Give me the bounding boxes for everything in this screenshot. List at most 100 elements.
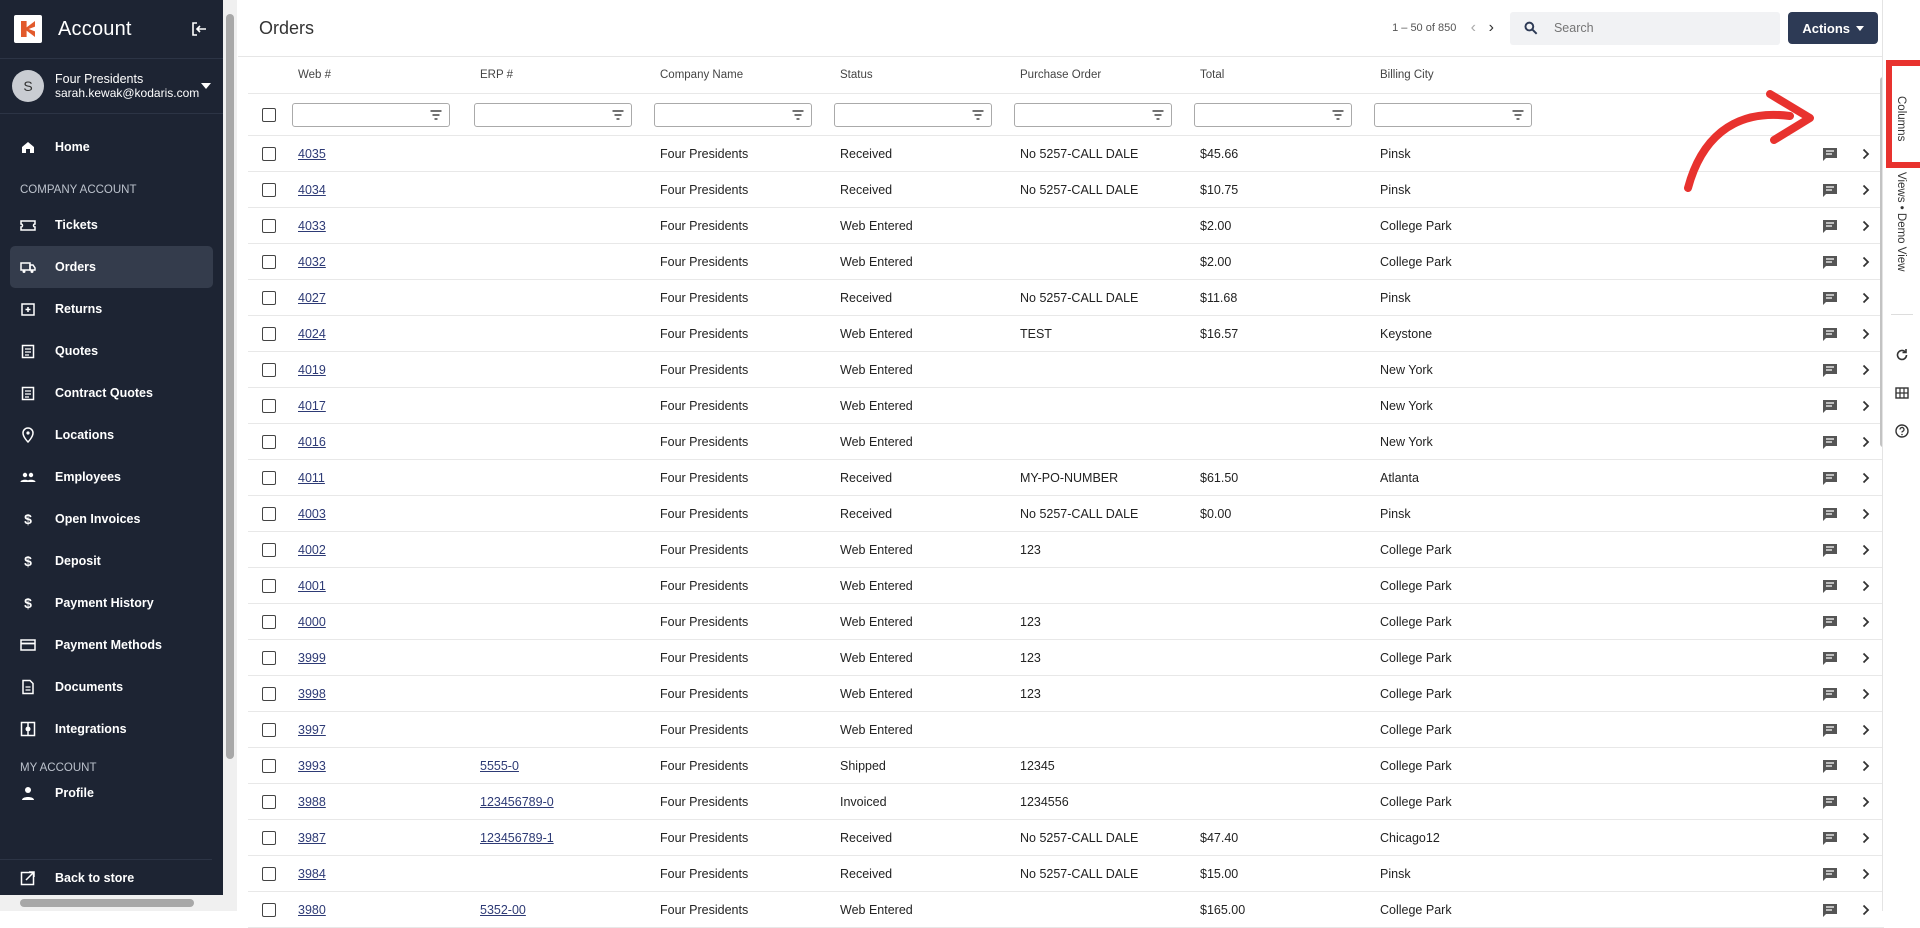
sidebar-item-payment-history[interactable]: $ Payment History	[10, 582, 213, 624]
web-number-link[interactable]: 3987	[298, 831, 326, 845]
sidebar-item-open-invoices[interactable]: $ Open Invoices	[10, 498, 213, 540]
row-checkbox[interactable]	[262, 506, 276, 521]
comment-icon[interactable]	[1822, 496, 1838, 531]
row-checkbox[interactable]	[262, 686, 276, 701]
sidebar-item-employees[interactable]: Employees	[10, 456, 213, 498]
chevron-right-icon[interactable]	[1862, 496, 1870, 531]
logout-icon[interactable]	[189, 19, 209, 39]
comment-icon[interactable]	[1822, 316, 1838, 351]
row-checkbox[interactable]	[262, 398, 276, 413]
table-row[interactable]: 4000 Four Presidents Web Entered 123 College…	[248, 604, 1884, 640]
column-filter-input[interactable]	[1014, 102, 1172, 127]
table-row[interactable]: 4016 Four Presidents Web Entered New York	[248, 424, 1884, 460]
web-number-link[interactable]: 3984	[298, 867, 326, 881]
chevron-left-icon[interactable]: ‹	[1464, 19, 1482, 37]
comment-icon[interactable]	[1822, 856, 1838, 891]
row-checkbox[interactable]	[262, 578, 276, 593]
chevron-right-icon[interactable]	[1862, 424, 1870, 459]
row-checkbox[interactable]	[262, 362, 276, 377]
column-header[interactable]: Web #	[298, 57, 331, 93]
chevron-right-icon[interactable]	[1862, 640, 1870, 675]
sidebar-item-profile[interactable]: Profile	[10, 778, 213, 808]
column-filter-input[interactable]	[654, 102, 812, 127]
table-row[interactable]: 3980 5352-00 Four Presidents Web Entered $16…	[248, 892, 1884, 928]
column-filter-input[interactable]	[474, 102, 632, 127]
refresh-icon[interactable]	[1895, 348, 1909, 362]
table-row[interactable]: 4033 Four Presidents Web Entered $2.00 Colle…	[248, 208, 1884, 244]
comment-icon[interactable]	[1822, 820, 1838, 855]
help-icon[interactable]	[1895, 424, 1909, 438]
column-filter-input[interactable]	[292, 102, 450, 127]
chevron-right-icon[interactable]	[1862, 748, 1870, 783]
chevron-right-icon[interactable]	[1862, 856, 1870, 891]
table-row[interactable]: 4019 Four Presidents Web Entered New York	[248, 352, 1884, 388]
column-header[interactable]: Company Name	[660, 57, 743, 93]
comment-icon[interactable]	[1822, 208, 1838, 243]
comment-icon[interactable]	[1822, 676, 1838, 711]
column-filter-input[interactable]	[834, 102, 992, 127]
row-checkbox[interactable]	[262, 146, 276, 161]
erp-number-link[interactable]: 5352-00	[480, 903, 526, 917]
comment-icon[interactable]	[1822, 244, 1838, 279]
row-checkbox[interactable]	[262, 326, 276, 341]
actions-button[interactable]: Actions	[1788, 12, 1878, 44]
column-header[interactable]: ERP #	[480, 57, 513, 93]
row-checkbox[interactable]	[262, 218, 276, 233]
web-number-link[interactable]: 4035	[298, 147, 326, 161]
table-row[interactable]: 4027 Four Presidents Received No 5257-CALL …	[248, 280, 1884, 316]
web-number-link[interactable]: 3988	[298, 795, 326, 809]
comment-icon[interactable]	[1822, 640, 1838, 675]
chevron-right-icon[interactable]	[1862, 532, 1870, 567]
column-header[interactable]: Status	[840, 57, 873, 93]
chevron-right-icon[interactable]	[1862, 676, 1870, 711]
comment-icon[interactable]	[1822, 388, 1838, 423]
chevron-right-icon[interactable]	[1862, 136, 1870, 171]
chevron-right-icon[interactable]	[1862, 784, 1870, 819]
web-number-link[interactable]: 4000	[298, 615, 326, 629]
sidebar-item-deposit[interactable]: $ Deposit	[10, 540, 213, 582]
chevron-right-icon[interactable]	[1862, 568, 1870, 603]
table-row[interactable]: 4032 Four Presidents Web Entered $2.00 Colle…	[248, 244, 1884, 280]
table-row[interactable]: 4011 Four Presidents Received MY-PO-NUMBER $…	[248, 460, 1884, 496]
web-number-link[interactable]: 3997	[298, 723, 326, 737]
row-checkbox[interactable]	[262, 794, 276, 809]
search-input[interactable]	[1551, 20, 1767, 36]
comment-icon[interactable]	[1822, 748, 1838, 783]
search-box[interactable]	[1510, 11, 1781, 45]
chevron-right-icon[interactable]	[1862, 604, 1870, 639]
sidebar-item-home[interactable]: Home	[10, 126, 213, 168]
chevron-right-icon[interactable]	[1862, 712, 1870, 747]
table-row[interactable]: 3999 Four Presidents Web Entered 123 College…	[248, 640, 1884, 676]
comment-icon[interactable]	[1822, 424, 1838, 459]
comment-icon[interactable]	[1822, 532, 1838, 567]
web-number-link[interactable]: 4027	[298, 291, 326, 305]
comment-icon[interactable]	[1822, 352, 1838, 387]
comment-icon[interactable]	[1822, 460, 1838, 495]
sidebar-item-integrations[interactable]: Integrations	[10, 708, 213, 750]
row-checkbox[interactable]	[262, 758, 276, 773]
chevron-right-icon[interactable]	[1862, 820, 1870, 855]
comment-icon[interactable]	[1822, 568, 1838, 603]
row-checkbox[interactable]	[262, 830, 276, 845]
table-row[interactable]: 3993 5555-0 Four Presidents Shipped 12345 Col…	[248, 748, 1884, 784]
chevron-right-icon[interactable]	[1862, 280, 1870, 315]
chevron-right-icon[interactable]: ›	[1482, 19, 1500, 37]
table-row[interactable]: 4017 Four Presidents Web Entered New York	[248, 388, 1884, 424]
web-number-link[interactable]: 3980	[298, 903, 326, 917]
select-all-checkbox[interactable]	[262, 107, 276, 122]
table-row[interactable]: 4001 Four Presidents Web Entered College Pa…	[248, 568, 1884, 604]
chevron-down-icon[interactable]	[201, 83, 211, 89]
row-checkbox[interactable]	[262, 254, 276, 269]
web-number-link[interactable]: 3993	[298, 759, 326, 773]
sidebar-item-quotes[interactable]: Quotes	[10, 330, 213, 372]
web-number-link[interactable]: 3999	[298, 651, 326, 665]
views-tab[interactable]: Views • Demo View	[1895, 172, 1907, 271]
row-checkbox[interactable]	[262, 182, 276, 197]
sidebar-item-contract-quotes[interactable]: Contract Quotes	[10, 372, 213, 414]
web-number-link[interactable]: 4017	[298, 399, 326, 413]
web-number-link[interactable]: 4019	[298, 363, 326, 377]
web-number-link[interactable]: 4024	[298, 327, 326, 341]
chevron-right-icon[interactable]	[1862, 892, 1870, 927]
table-row[interactable]: 3998 Four Presidents Web Entered 123 College…	[248, 676, 1884, 712]
comment-icon[interactable]	[1822, 280, 1838, 315]
